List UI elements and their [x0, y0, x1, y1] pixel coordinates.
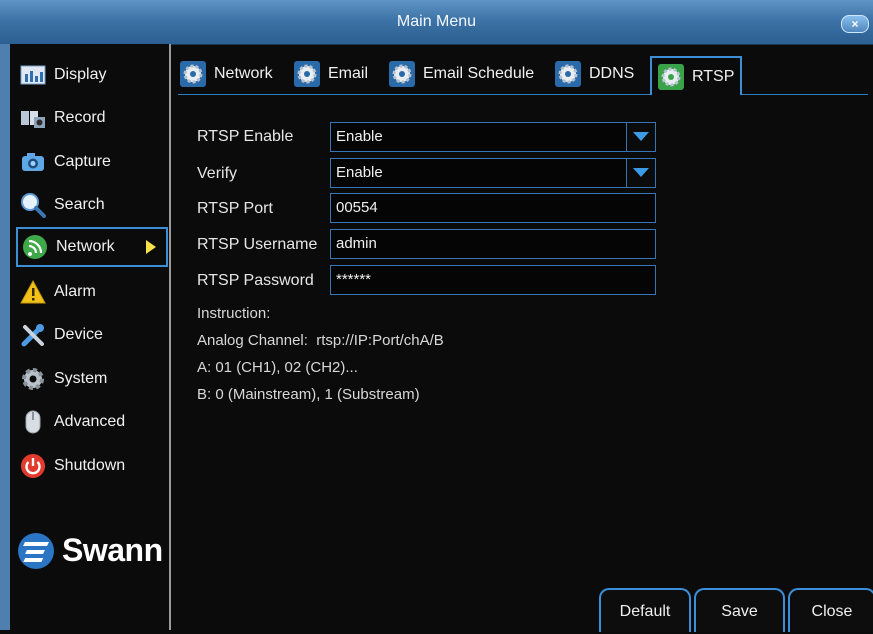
- rtsp-enable-label: RTSP Enable: [197, 128, 294, 145]
- gear-tab-icon: [294, 61, 320, 87]
- sidebar-item-alarm[interactable]: Alarm: [16, 272, 166, 312]
- close-button[interactable]: Close: [788, 588, 873, 632]
- gear-tab-icon: [389, 61, 415, 87]
- rtsp-port-label: RTSP Port: [197, 200, 273, 217]
- sidebar-item-display[interactable]: Display: [16, 55, 166, 95]
- shutdown-icon: [20, 453, 46, 479]
- tab-network[interactable]: Network: [180, 56, 273, 92]
- sidebar-item-label: Shutdown: [54, 457, 126, 474]
- close-icon[interactable]: ×: [841, 15, 869, 33]
- title-bar: Main Menu ×: [0, 0, 873, 45]
- sidebar-item-label: Capture: [54, 153, 111, 170]
- record-icon: [20, 105, 46, 131]
- rtsp-enable-value: Enable: [336, 128, 383, 145]
- rtsp-username-label: RTSP Username: [197, 236, 318, 253]
- search-icon: [20, 192, 46, 218]
- network-icon: [22, 234, 48, 260]
- gear-tab-icon: [658, 63, 684, 90]
- sidebar-item-label: Advanced: [54, 413, 126, 430]
- verify-label: Verify: [197, 165, 238, 182]
- instruction-line-a: A: 01 (CH1), 02 (CH2)...: [197, 359, 358, 376]
- system-icon: [20, 366, 46, 392]
- sidebar-item-label: System: [54, 370, 108, 387]
- sidebar-item-network[interactable]: Network: [16, 227, 168, 267]
- sidebar-item-device[interactable]: Device: [16, 315, 166, 355]
- tab-ddns[interactable]: DDNS: [555, 56, 634, 92]
- rtsp-enable-dropdown[interactable]: Enable: [330, 122, 656, 152]
- sidebar-item-shutdown[interactable]: Shutdown: [16, 446, 166, 486]
- sidebar: Display Record Capture Search Network Al…: [10, 44, 171, 630]
- gear-tab-icon: [180, 61, 206, 87]
- sidebar-item-label: Device: [54, 326, 103, 343]
- verify-dropdown[interactable]: Enable: [330, 158, 656, 188]
- tab-bar: Network Email Email Schedule DDNS RTSP: [178, 56, 868, 95]
- rtsp-username-field[interactable]: admin: [330, 229, 656, 259]
- swann-logo-icon: [18, 532, 54, 569]
- sidebar-item-advanced[interactable]: Advanced: [16, 402, 166, 442]
- tab-label: Email: [328, 65, 369, 82]
- rtsp-password-field[interactable]: ******: [330, 265, 656, 295]
- tab-label: RTSP: [692, 67, 735, 85]
- tab-label: DDNS: [589, 65, 635, 82]
- swann-logo-text: Swann: [62, 532, 163, 568]
- sidebar-item-search[interactable]: Search: [16, 185, 166, 225]
- instruction-line-b: B: 0 (Mainstream), 1 (Substream): [197, 386, 420, 403]
- sidebar-item-label: Display: [54, 66, 107, 83]
- instruction-line-analog: Analog Channel: rtsp://IP:Port/chA/B: [197, 332, 444, 349]
- sidebar-item-system[interactable]: System: [16, 359, 166, 399]
- chevron-down-icon[interactable]: [626, 123, 655, 151]
- rtsp-port-field[interactable]: 00554: [330, 193, 656, 223]
- sidebar-item-label: Search: [54, 196, 105, 213]
- display-icon: [20, 62, 46, 88]
- tab-rtsp[interactable]: RTSP: [650, 56, 743, 95]
- rtsp-password-label: RTSP Password: [197, 272, 314, 289]
- save-button[interactable]: Save: [694, 588, 785, 632]
- selected-arrow-icon: [146, 240, 156, 254]
- sidebar-item-capture[interactable]: Capture: [16, 142, 166, 182]
- tab-email[interactable]: Email: [294, 56, 368, 92]
- verify-value: Enable: [336, 164, 383, 181]
- window-title: Main Menu: [396, 13, 477, 30]
- advanced-icon: [20, 409, 46, 435]
- chevron-down-icon[interactable]: [626, 159, 655, 187]
- window-frame-left: [0, 44, 10, 630]
- alarm-icon: [20, 279, 46, 305]
- instruction-heading: Instruction:: [197, 305, 271, 322]
- sidebar-item-label: Network: [56, 238, 115, 255]
- sidebar-item-label: Record: [54, 109, 106, 126]
- sidebar-item-label: Alarm: [54, 283, 96, 300]
- sidebar-item-record[interactable]: Record: [16, 98, 166, 138]
- swann-logo: Swann: [18, 532, 163, 569]
- tab-label: Email Schedule: [423, 65, 535, 82]
- tab-email-schedule[interactable]: Email Schedule: [389, 56, 534, 92]
- default-button[interactable]: Default: [599, 588, 691, 632]
- tab-label: Network: [214, 65, 273, 82]
- gear-tab-icon: [555, 61, 581, 87]
- device-icon: [20, 322, 46, 348]
- camera-icon: [20, 149, 46, 175]
